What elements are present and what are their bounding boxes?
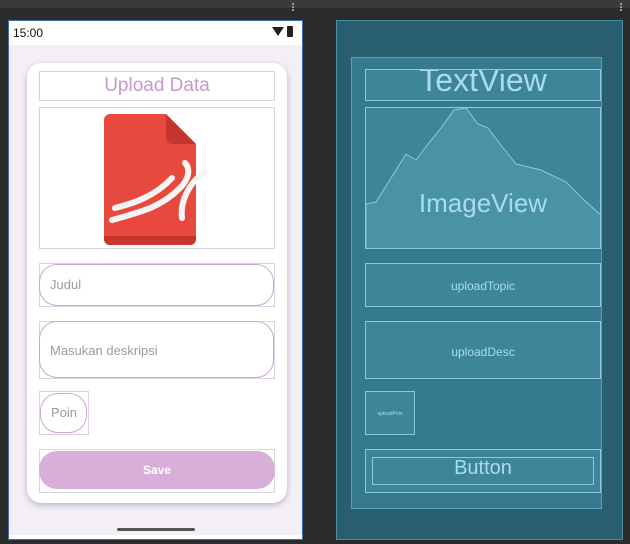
blueprint-imageview[interactable]: ImageView: [365, 107, 601, 249]
save-button[interactable]: Save: [39, 451, 275, 489]
upload-image[interactable]: [39, 107, 275, 249]
blueprint-upload-poin[interactable]: uploadPoin: [365, 391, 415, 435]
design-preview[interactable]: 15:00 Upload Data Judul Masukan deskrips…: [8, 20, 303, 540]
blueprint-textview[interactable]: TextView: [365, 69, 601, 101]
mountain-placeholder-icon: [366, 108, 600, 248]
blueprint-button[interactable]: Button: [365, 449, 601, 493]
more-options-icon[interactable]: [620, 3, 623, 15]
battery-icon: [287, 26, 293, 37]
wifi-icon: [272, 27, 284, 36]
poin-input[interactable]: Poin: [40, 393, 87, 433]
blueprint-upload-desc[interactable]: uploadDesc: [365, 321, 601, 379]
more-options-icon[interactable]: [292, 3, 295, 15]
status-bar: 15:00: [9, 21, 302, 45]
nav-gesture-bar: [117, 528, 195, 531]
status-time: 15:00: [13, 26, 44, 40]
page-title: Upload Data: [39, 71, 275, 101]
deskripsi-input[interactable]: Masukan deskripsi: [39, 321, 274, 378]
blueprint-preview[interactable]: TextView ImageView uploadTopic uploadDes…: [336, 20, 623, 540]
pdf-file-icon: [104, 114, 208, 245]
blueprint-upload-topic[interactable]: uploadTopic: [365, 263, 601, 307]
toolbar-strip: [0, 0, 630, 8]
judul-input[interactable]: Judul: [39, 264, 274, 306]
